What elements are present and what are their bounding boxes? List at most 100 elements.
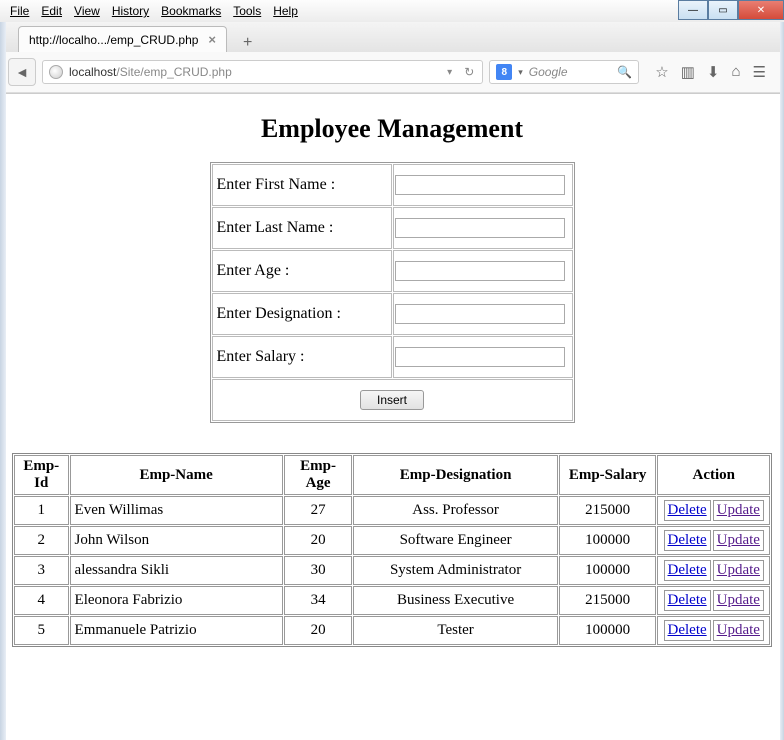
- update-link[interactable]: Update: [713, 500, 764, 521]
- cell-emp-designation: Ass. Professor: [353, 496, 557, 525]
- url-path: /Site/emp_CRUD.php: [116, 65, 231, 79]
- globe-icon: [49, 65, 63, 79]
- salary-input[interactable]: [395, 347, 565, 367]
- cell-emp-age: 30: [284, 556, 353, 585]
- maximize-button[interactable]: ▭: [708, 0, 738, 20]
- minimize-button[interactable]: —: [678, 0, 708, 20]
- downloads-icon[interactable]: ⬇: [707, 63, 720, 81]
- search-icon[interactable]: 🔍: [617, 65, 632, 79]
- delete-link[interactable]: Delete: [664, 620, 711, 641]
- employee-table: Emp-Id Emp-Name Emp-Age Emp-Designation …: [12, 453, 772, 647]
- employee-form: Enter First Name : Enter Last Name : Ent…: [210, 162, 575, 423]
- insert-button[interactable]: Insert: [360, 390, 424, 410]
- menu-hamburger-icon[interactable]: ☰: [753, 63, 766, 81]
- bookmark-star-icon[interactable]: ☆: [655, 63, 668, 81]
- cell-emp-salary: 100000: [559, 616, 657, 645]
- cell-action: DeleteUpdate: [657, 616, 770, 645]
- cell-emp-name: Emmanuele Patrizio: [70, 616, 283, 645]
- page-content: Employee Management Enter First Name : E…: [0, 94, 784, 667]
- delete-link[interactable]: Delete: [664, 590, 711, 611]
- delete-link[interactable]: Delete: [664, 560, 711, 581]
- menu-tools[interactable]: Tools: [227, 2, 267, 20]
- menu-file[interactable]: File: [4, 2, 35, 20]
- close-button[interactable]: ✕: [738, 0, 784, 20]
- th-emp-id: Emp-Id: [14, 455, 69, 495]
- cell-emp-name: Eleonora Fabrizio: [70, 586, 283, 615]
- update-link[interactable]: Update: [713, 560, 764, 581]
- cell-emp-id: 1: [14, 496, 69, 525]
- age-input[interactable]: [395, 261, 565, 281]
- cell-emp-designation: System Administrator: [353, 556, 557, 585]
- search-engine-icon[interactable]: 8: [496, 64, 512, 80]
- browser-tab[interactable]: http://localho.../emp_CRUD.php ×: [18, 26, 227, 52]
- delete-link[interactable]: Delete: [664, 530, 711, 551]
- window-chrome: File Edit View History Bookmarks Tools H…: [0, 0, 784, 94]
- th-emp-age: Emp-Age: [284, 455, 353, 495]
- update-link[interactable]: Update: [713, 530, 764, 551]
- cell-emp-designation: Software Engineer: [353, 526, 557, 555]
- cell-action: DeleteUpdate: [657, 586, 770, 615]
- th-action: Action: [657, 455, 770, 495]
- search-placeholder: Google: [529, 65, 568, 79]
- cell-emp-age: 34: [284, 586, 353, 615]
- cell-action: DeleteUpdate: [657, 526, 770, 555]
- cell-emp-name: alessandra Sikli: [70, 556, 283, 585]
- new-tab-button[interactable]: +: [237, 34, 258, 52]
- th-emp-salary: Emp-Salary: [559, 455, 657, 495]
- window-buttons: — ▭ ✕: [678, 0, 784, 20]
- menu-edit[interactable]: Edit: [35, 2, 68, 20]
- cell-emp-id: 3: [14, 556, 69, 585]
- tabbar: http://localho.../emp_CRUD.php × +: [0, 22, 784, 52]
- table-row: 3alessandra Sikli30System Administrator1…: [14, 556, 770, 585]
- window-left-edge: [0, 0, 6, 740]
- menu-help[interactable]: Help: [267, 2, 304, 20]
- cell-action: DeleteUpdate: [657, 556, 770, 585]
- cell-emp-age: 20: [284, 616, 353, 645]
- back-button[interactable]: ◄: [8, 58, 36, 86]
- url-host: localhost: [69, 65, 116, 79]
- cell-emp-salary: 215000: [559, 586, 657, 615]
- toolbar-icons: ☆ ▥ ⬇ ⌂ ☰: [645, 63, 776, 81]
- label-last-name: Enter Last Name :: [212, 207, 392, 249]
- cell-emp-name: Even Willimas: [70, 496, 283, 525]
- label-age: Enter Age :: [212, 250, 392, 292]
- menubar: File Edit View History Bookmarks Tools H…: [0, 0, 784, 22]
- label-designation: Enter Designation :: [212, 293, 392, 335]
- cell-emp-salary: 100000: [559, 526, 657, 555]
- cell-action: DeleteUpdate: [657, 496, 770, 525]
- th-emp-designation: Emp-Designation: [353, 455, 557, 495]
- last-name-input[interactable]: [395, 218, 565, 238]
- cell-emp-name: John Wilson: [70, 526, 283, 555]
- cell-emp-salary: 215000: [559, 496, 657, 525]
- cell-emp-salary: 100000: [559, 556, 657, 585]
- table-row: 5Emmanuele Patrizio20Tester100000DeleteU…: [14, 616, 770, 645]
- first-name-input[interactable]: [395, 175, 565, 195]
- cell-emp-age: 27: [284, 496, 353, 525]
- menu-view[interactable]: View: [68, 2, 106, 20]
- tab-close-icon[interactable]: ×: [208, 32, 216, 47]
- delete-link[interactable]: Delete: [664, 500, 711, 521]
- reload-icon[interactable]: ↻: [462, 65, 476, 79]
- label-first-name: Enter First Name :: [212, 164, 392, 206]
- cell-emp-designation: Business Executive: [353, 586, 557, 615]
- table-row: 1Even Willimas27Ass. Professor215000Dele…: [14, 496, 770, 525]
- navbar: ◄ localhost/Site/emp_CRUD.php ▾ ↻ 8 ▾ Go…: [0, 52, 784, 93]
- label-salary: Enter Salary :: [212, 336, 392, 378]
- menu-history[interactable]: History: [106, 2, 155, 20]
- home-icon[interactable]: ⌂: [731, 63, 740, 81]
- search-bar[interactable]: 8 ▾ Google 🔍: [489, 60, 639, 84]
- update-link[interactable]: Update: [713, 590, 764, 611]
- cell-emp-age: 20: [284, 526, 353, 555]
- window-right-edge: [780, 0, 784, 740]
- bookmarks-list-icon[interactable]: ▥: [681, 63, 695, 81]
- cell-emp-id: 4: [14, 586, 69, 615]
- url-bar[interactable]: localhost/Site/emp_CRUD.php ▾ ↻: [42, 60, 483, 84]
- update-link[interactable]: Update: [713, 620, 764, 641]
- designation-input[interactable]: [395, 304, 565, 324]
- cell-emp-designation: Tester: [353, 616, 557, 645]
- url-dropdown-icon[interactable]: ▾: [443, 67, 456, 78]
- cell-emp-id: 5: [14, 616, 69, 645]
- search-engine-caret-icon[interactable]: ▾: [518, 67, 523, 78]
- tab-title: http://localho.../emp_CRUD.php: [29, 33, 198, 47]
- menu-bookmarks[interactable]: Bookmarks: [155, 2, 227, 20]
